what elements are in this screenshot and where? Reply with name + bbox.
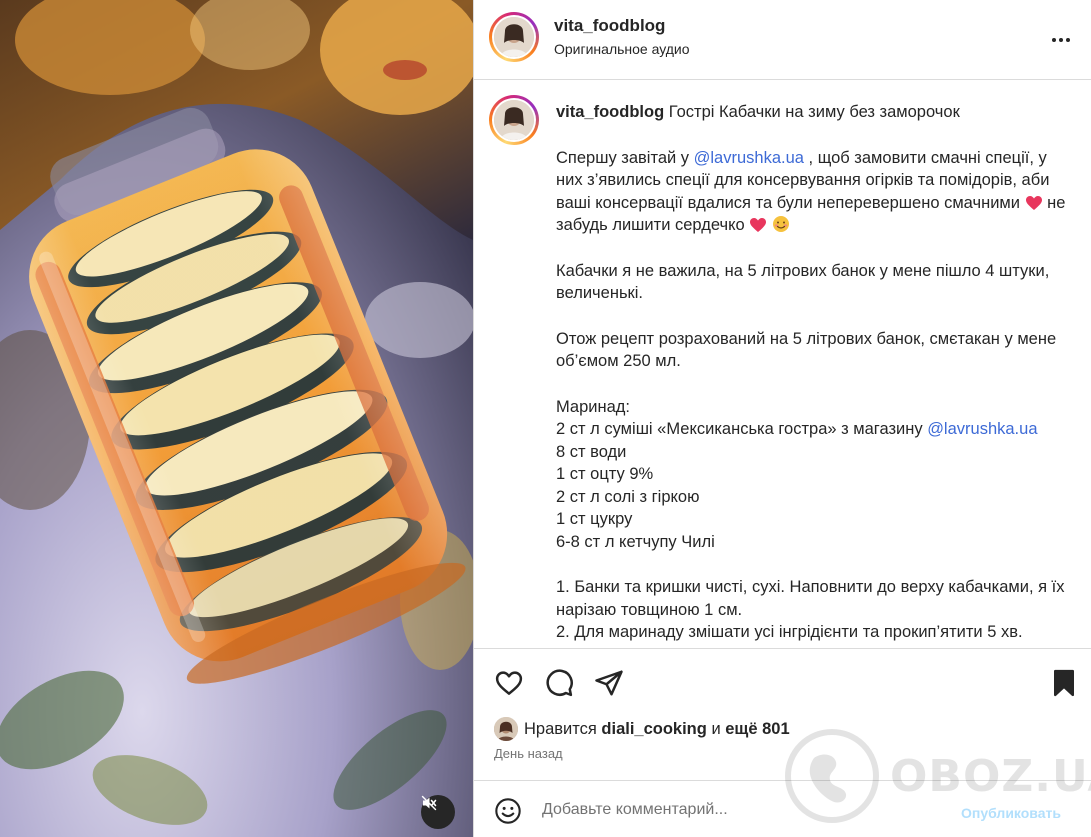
caption-text: vita_foodblog Гострі Кабачки на зиму без… [556, 101, 1076, 644]
caption-avatar[interactable] [489, 95, 539, 145]
blushing-smile-emoji-icon [772, 216, 789, 232]
speaker-muted-icon [421, 795, 437, 811]
more-horizontal-icon[interactable] [1049, 28, 1073, 52]
marinade-line: 1 ст оцту 9% [556, 465, 654, 483]
post-sidebar: vita_foodblog Оригинальное аудио vita_fo… [473, 0, 1091, 837]
likes-summary[interactable]: Нравится diali_cooking и ещё 801 [494, 716, 790, 742]
heart-emoji-icon [1025, 195, 1042, 210]
mention-link[interactable]: @lavrushka.ua [694, 149, 804, 167]
likes-joiner: и [711, 719, 721, 738]
author-username[interactable]: vita_foodblog [554, 16, 665, 36]
bookmark-filled-icon[interactable] [1049, 668, 1079, 698]
marinade-line: 8 ст води [556, 442, 627, 461]
jar-photo [0, 0, 473, 837]
audio-label[interactable]: Оригинальное аудио [554, 41, 690, 57]
marinade-line: 2 ст л солі з гіркою [556, 487, 700, 506]
post-date[interactable]: День назад [494, 746, 563, 761]
liker-avatar[interactable] [494, 717, 518, 741]
likes-prefix: Нравится [524, 719, 597, 738]
smiley-icon[interactable] [494, 797, 522, 825]
paper-plane-icon[interactable] [594, 668, 624, 698]
caption-paragraph-1: Спершу завітай у @lavrushka.ua , щоб зам… [556, 148, 1066, 235]
caption-title: Гострі Кабачки на зиму без заморочок [668, 103, 960, 121]
likes-count[interactable]: ещё 801 [725, 720, 789, 739]
author-avatar[interactable] [489, 12, 539, 62]
comment-bar: Опубликовать [474, 780, 1091, 837]
person-photo-icon [494, 17, 534, 57]
heart-outline-icon[interactable] [494, 668, 524, 698]
post-actions: Нравится diali_cooking и ещё 801 День на… [474, 648, 1091, 780]
recipe-step: 1. Банки та кришки чисті, сухі. Наповнит… [556, 578, 1065, 619]
marinade-heading: Маринад: [556, 397, 631, 416]
caption-area: vita_foodblog Гострі Кабачки на зиму без… [474, 81, 1091, 648]
person-photo-icon [494, 100, 534, 140]
marinade-line: 2 ст л суміші «Мексиканська гостра» з ма… [556, 420, 1038, 438]
liker-username[interactable]: diali_cooking [601, 720, 706, 739]
heart-emoji-icon [750, 218, 767, 232]
mute-button[interactable] [421, 795, 455, 829]
caption-paragraph-3: Отож рецепт розрахований на 5 літрових б… [556, 329, 1057, 371]
comment-bubble-icon[interactable] [544, 668, 574, 698]
caption-paragraph-2: Кабачки я не важила, на 5 літрових банок… [556, 261, 1050, 303]
post-media[interactable] [0, 0, 473, 837]
marinade-line: 6-8 ст л кетчупу Чилі [556, 532, 715, 551]
recipe-step: 2. Для маринаду змішати усі інгрідієнти … [556, 623, 1023, 641]
post-comment-button[interactable]: Опубликовать [961, 805, 1061, 821]
post-header: vita_foodblog Оригинальное аудио [474, 0, 1091, 80]
caption-username[interactable]: vita_foodblog [556, 103, 664, 121]
marinade-line: 1 ст цукру [556, 510, 633, 528]
comment-input[interactable] [542, 793, 942, 827]
person-photo-icon [494, 717, 518, 741]
mention-link[interactable]: @lavrushka.ua [927, 420, 1037, 438]
